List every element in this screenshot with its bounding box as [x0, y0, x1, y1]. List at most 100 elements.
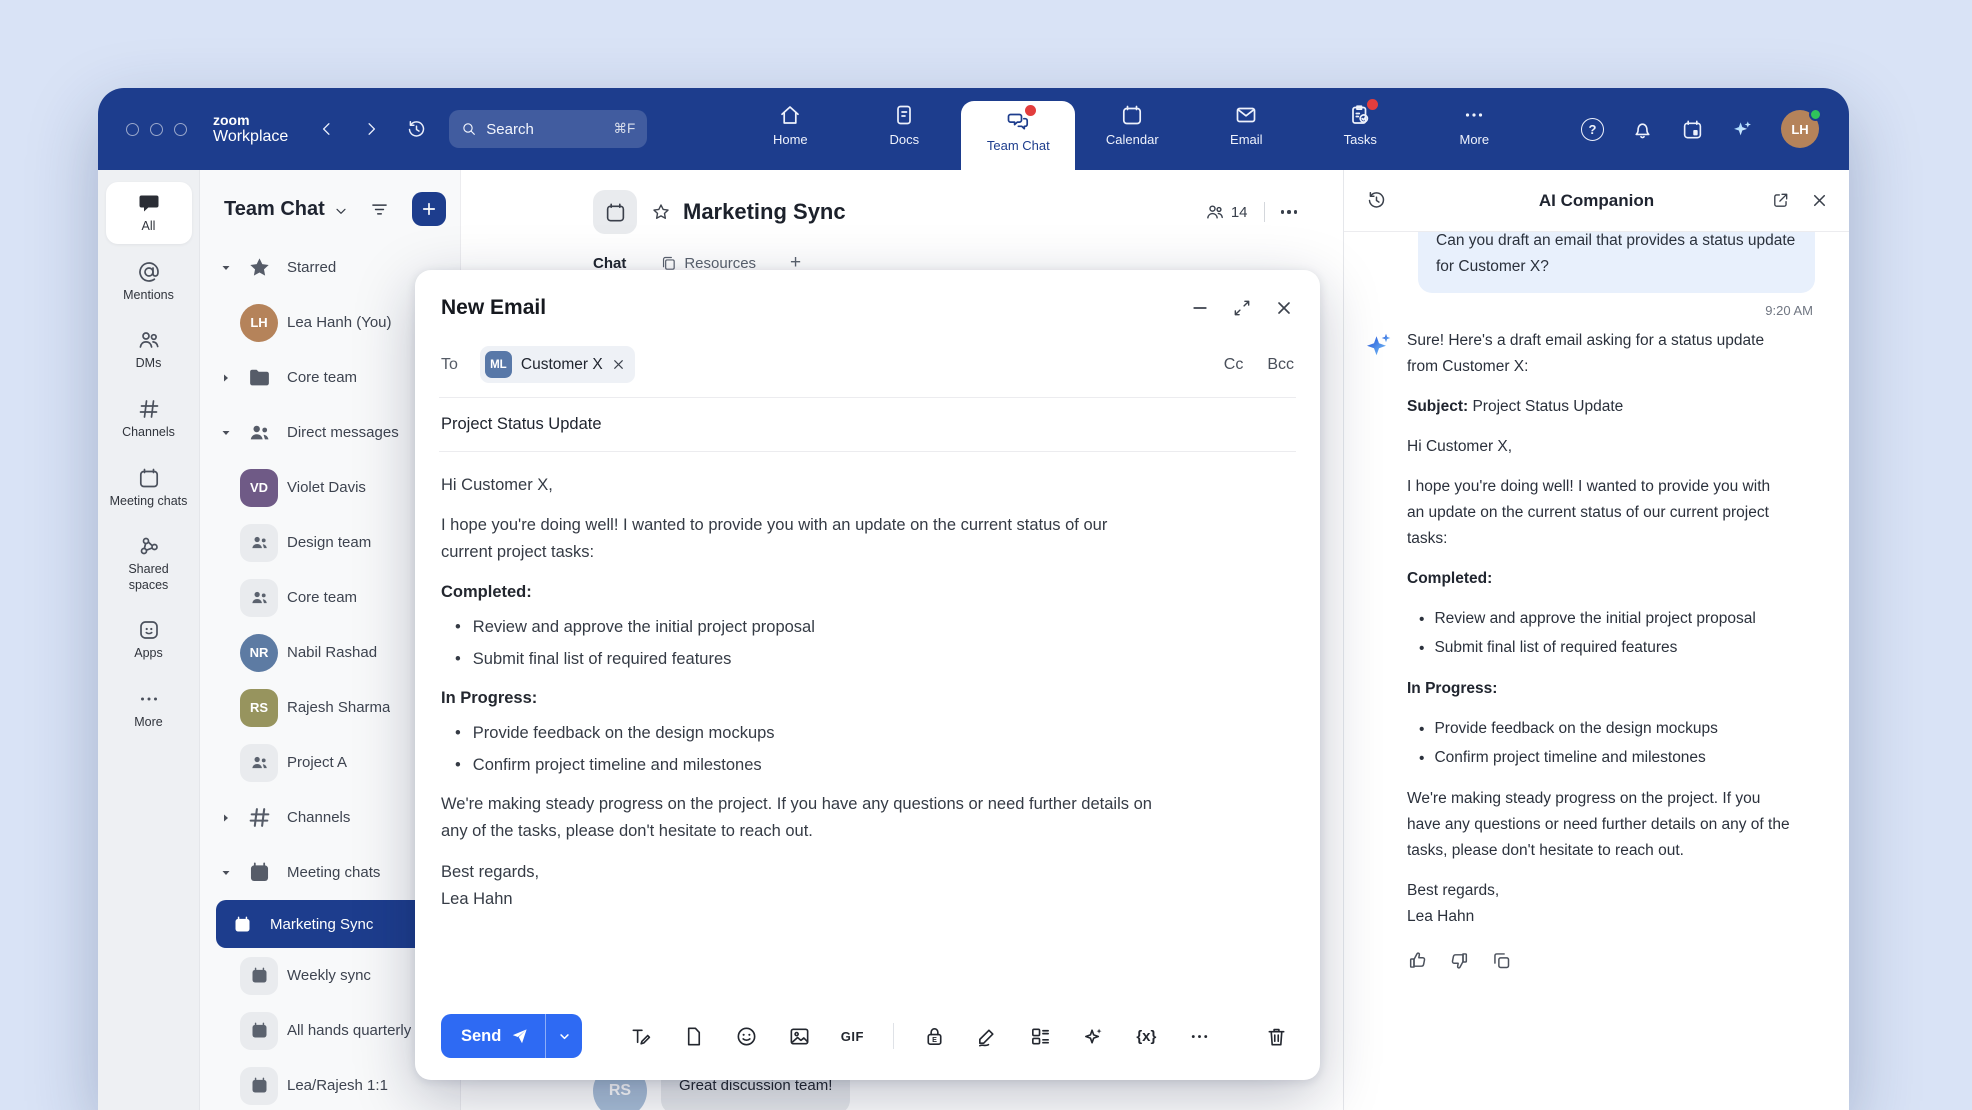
copy-icon[interactable]	[1491, 950, 1512, 971]
cc-button[interactable]: Cc	[1224, 356, 1244, 374]
meeting-icon	[239, 1011, 279, 1051]
send-options-dropdown[interactable]	[545, 1014, 582, 1058]
signature-icon[interactable]	[973, 1022, 1001, 1050]
star-icon	[239, 248, 279, 288]
nav-team-chat[interactable]: Team Chat	[961, 101, 1075, 170]
top-navigation-bar: zoom Workplace Search ⌘F	[98, 88, 1849, 170]
ai-conversation[interactable]: Can you draft an email that provides a s…	[1344, 232, 1849, 1110]
rail-item-shared-spaces[interactable]: Shared spaces	[106, 525, 192, 602]
rail-item-mentions[interactable]: Mentions	[106, 251, 192, 313]
notifications-bell-icon[interactable]	[1631, 118, 1654, 141]
expand-icon[interactable]	[1232, 298, 1252, 318]
ai-subject-line: Subject: Project Status Update	[1407, 394, 1791, 420]
email-body-editor[interactable]: Hi Customer X, I hope you're doing well!…	[439, 452, 1296, 1002]
send-button[interactable]: Send	[441, 1014, 545, 1058]
open-in-new-icon[interactable]	[1771, 191, 1790, 210]
new-chat-button[interactable]	[412, 192, 446, 226]
insert-image-icon[interactable]	[785, 1022, 813, 1050]
rail-item-apps[interactable]: Apps	[106, 609, 192, 671]
rail-item-dms[interactable]: DMs	[106, 319, 192, 381]
attach-file-icon[interactable]	[679, 1022, 707, 1050]
meeting-calendar-icon	[593, 190, 637, 234]
nav-docs[interactable]: Docs	[847, 88, 961, 170]
ai-intro: Sure! Here's a draft email asking for a …	[1407, 328, 1791, 380]
chat-title: Marketing Sync	[683, 199, 846, 225]
tasks-icon	[1348, 103, 1372, 127]
bullet-item: •Provide feedback on the design mockups	[1407, 716, 1791, 743]
close-icon[interactable]	[1810, 191, 1829, 210]
ai-companion-icon[interactable]	[1731, 118, 1754, 141]
ai-response: Sure! Here's a draft email asking for a …	[1407, 328, 1849, 1002]
caret-right-icon[interactable]	[220, 812, 239, 824]
team-chat-icon	[1006, 109, 1030, 133]
user-message-bubble: Can you draft an email that provides a s…	[1418, 232, 1815, 293]
history-navigation	[318, 119, 427, 140]
window-minimize-button[interactable]	[150, 123, 163, 136]
logo-workplace: Workplace	[213, 128, 288, 146]
meeting-icon	[239, 1066, 279, 1106]
caret-down-icon[interactable]	[220, 262, 239, 274]
gif-icon[interactable]: GIF	[838, 1022, 866, 1050]
nav-email[interactable]: Email	[1189, 88, 1303, 170]
rail-item-more[interactable]: More	[106, 678, 192, 740]
ai-feedback-row	[1407, 950, 1791, 971]
rail-item-all[interactable]: All	[106, 182, 192, 244]
ai-companion-logo	[1364, 330, 1394, 360]
toolbar-more-icon[interactable]	[1185, 1022, 1213, 1050]
subject-field[interactable]: Project Status Update	[439, 398, 1296, 452]
bullet-item: •Confirm project timeline and milestones	[1407, 745, 1791, 772]
thumbs-down-icon[interactable]	[1449, 950, 1470, 971]
tasks-badge	[1367, 99, 1378, 110]
calendar-today-icon[interactable]	[1681, 118, 1704, 141]
tab-resources[interactable]: Resources	[660, 255, 756, 272]
window-maximize-button[interactable]	[174, 123, 187, 136]
nav-more[interactable]: More	[1417, 88, 1531, 170]
forward-icon[interactable]	[362, 120, 380, 138]
ai-sparkle-icon[interactable]	[1079, 1022, 1107, 1050]
avatar: LH	[239, 303, 279, 343]
people-icon	[239, 413, 279, 453]
recipient-row[interactable]: To ML Customer X Cc Bcc	[439, 338, 1296, 398]
chat-tabs: Chat Resources +	[461, 234, 1343, 274]
history-icon[interactable]	[1366, 190, 1387, 211]
trash-icon[interactable]	[1262, 1022, 1290, 1050]
close-icon[interactable]	[1274, 298, 1294, 318]
star-outline-icon[interactable]	[651, 202, 671, 222]
chat-more-icon[interactable]	[1281, 210, 1298, 214]
caret-down-icon[interactable]	[220, 867, 239, 879]
history-icon[interactable]	[406, 119, 427, 140]
help-icon[interactable]: ?	[1581, 118, 1604, 141]
chat-header: Marketing Sync 14	[461, 170, 1343, 234]
chevron-down-icon[interactable]	[333, 203, 349, 219]
caret-down-icon[interactable]	[220, 427, 239, 439]
topbar-right-icons: ? LH	[1581, 110, 1819, 148]
logo-zoom: zoom	[213, 113, 288, 128]
text-format-icon[interactable]	[626, 1022, 654, 1050]
search-shortcut: ⌘F	[614, 121, 636, 137]
thumbs-up-icon[interactable]	[1407, 950, 1428, 971]
window-close-button[interactable]	[126, 123, 139, 136]
bcc-button[interactable]: Bcc	[1267, 356, 1294, 374]
nav-home[interactable]: Home	[733, 88, 847, 170]
filter-icon[interactable]	[369, 199, 390, 220]
minimize-icon[interactable]	[1190, 298, 1210, 318]
code-snippet-icon[interactable]: {x}	[1132, 1022, 1160, 1050]
back-icon[interactable]	[318, 120, 336, 138]
bullet-item: •Provide feedback on the design mockups	[441, 720, 1141, 747]
rail-item-channels[interactable]: Channels	[106, 388, 192, 450]
encryption-lock-icon[interactable]: E	[920, 1022, 948, 1050]
search-input[interactable]: Search ⌘F	[449, 110, 647, 148]
emoji-icon[interactable]	[732, 1022, 760, 1050]
remove-recipient-icon[interactable]	[612, 358, 625, 371]
message-timestamp: 9:20 AM	[1364, 303, 1813, 318]
recipient-chip[interactable]: ML Customer X	[480, 346, 635, 383]
rail-item-meeting-chats[interactable]: Meeting chats	[106, 457, 192, 519]
tab-chat[interactable]: Chat	[593, 255, 626, 272]
caret-right-icon[interactable]	[220, 372, 239, 384]
template-icon[interactable]	[1026, 1022, 1054, 1050]
nav-tasks[interactable]: Tasks	[1303, 88, 1417, 170]
user-avatar[interactable]: LH	[1781, 110, 1819, 148]
members-count[interactable]: 14	[1205, 202, 1248, 222]
meeting-calendar-icon	[137, 466, 161, 490]
nav-calendar[interactable]: Calendar	[1075, 88, 1189, 170]
